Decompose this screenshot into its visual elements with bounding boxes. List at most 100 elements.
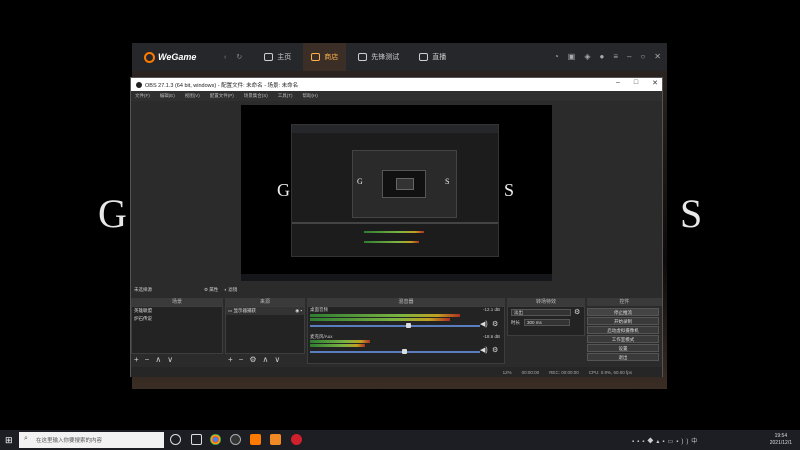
preview-nested-wegame: G S [291,124,499,257]
minimize-icon[interactable]: – [627,52,631,61]
scenes-list: 英雄联盟 炉石传说 [131,306,223,354]
transition-settings-icon[interactable]: ⚙ [574,308,580,316]
taskbar-search-input[interactable]: ⌕ 在这里输入你要搜索的内容 [19,432,164,448]
speaker-icon[interactable]: ◀) [480,320,488,328]
menu-view[interactable]: 视图(V) [185,93,200,99]
tab-live[interactable]: 直播 [411,43,454,71]
nested-divider [292,222,498,224]
controls-header: 控件 [587,298,662,306]
mixer-channel-db: -12.1 dB [482,307,500,312]
obs-maximize-icon[interactable]: □ [634,79,638,87]
transitions-panel: 淡出 ⚙ 时长 300 ms [507,306,585,336]
filters-button[interactable]: ◐ 滤镜 [224,287,237,293]
visibility-eye-icon[interactable]: ◉ ▪ [295,308,302,314]
gift-icon[interactable]: ▣ [568,52,576,61]
virtual-camera-button[interactable]: 启动虚拟摄像机 [587,326,659,334]
back-arrow-icon[interactable]: ‹ [224,54,226,61]
properties-button[interactable]: ⚙ 属性 [204,287,218,293]
scene-up-icon[interactable]: ∧ [155,355,161,364]
menu-edit[interactable]: 编辑(E) [160,93,175,99]
netease-music-icon[interactable] [291,434,302,445]
windows-start-icon[interactable]: ⊞ [5,435,13,446]
add-scene-icon[interactable]: + [134,355,139,364]
wegame-logo[interactable]: WeGame [144,51,214,63]
nested-topbar [292,125,498,133]
volume-slider[interactable] [310,325,480,327]
remove-source-icon[interactable]: − [239,355,244,364]
refresh-icon[interactable]: ↻ [236,53,242,61]
remove-scene-icon[interactable]: − [145,355,150,364]
scene-item[interactable]: 炉石传说 [132,315,222,323]
taskbar-clock[interactable]: 19:54 2021/12/1 [770,433,792,447]
duration-input[interactable]: 300 ms [524,319,570,326]
studio-mode-button[interactable]: 工作室模式 [587,335,659,343]
task-view-icon[interactable] [191,434,202,445]
rec-timer: REC: 00:00:00 [549,369,579,375]
tab-live-label: 直播 [432,54,447,61]
tab-store[interactable]: 商店 [303,43,347,71]
source-toolbar: 未选择源 ⚙ 属性 ◐ 滤镜 [131,285,662,295]
menu-icon[interactable]: ≡ [613,52,618,61]
wallpaper-letter-right: S [680,191,705,236]
settings-button[interactable]: 设置 [587,344,659,352]
obs-minimize-icon[interactable]: – [616,79,620,87]
headset-icon[interactable]: ◔ [554,52,559,61]
avatar[interactable]: ● [599,52,604,61]
transition-select[interactable]: 淡出 [511,309,571,316]
tab-home-label: 主页 [277,54,292,61]
menu-scene-collection[interactable]: 场景集合(S) [244,93,268,99]
wegame-taskbar-icon[interactable] [250,434,261,445]
start-recording-button[interactable]: 开始录制 [587,317,659,325]
stop-streaming-button[interactable]: 停止推流 [587,308,659,316]
menu-file[interactable]: 文件(F) [135,93,150,99]
scene-down-icon[interactable]: ∨ [167,355,173,364]
clock-time: 19:54 [774,433,788,439]
chrome-icon[interactable] [210,434,221,445]
audio-mixer: 桌面音频 -12.1 dB ◀) ⚙ 麦克风/Aux -18.6 dB ◀) ⚙ [307,306,505,364]
volume-knob[interactable] [406,323,411,328]
mixer-channel-db: -18.6 dB [482,334,500,339]
audio-meter [310,318,450,321]
obs-title-text: OBS 27.1.3 (64 bit, windows) - 配置文件: 未命名… [145,82,299,89]
scene-item[interactable]: 英雄联盟 [132,307,222,315]
nested-meter-2 [364,241,419,243]
maximize-icon[interactable]: ○ [640,52,645,61]
system-tray-icons[interactable]: ▪▪▪◆▴▪▭▪))中 [632,436,700,445]
windows-taskbar: ⊞ ⌕ 在这里输入你要搜索的内容 ▪▪▪◆▴▪▭▪))中 19:54 2021/… [0,430,800,450]
dropped-frames: 12% [502,369,512,375]
channel-settings-icon[interactable]: ⚙ [492,346,498,354]
live-icon [419,53,429,61]
source-down-icon[interactable]: ∨ [274,355,280,364]
menu-profile[interactable]: 配置文件(P) [210,93,234,99]
obs-statusbar: 12% 00:00:00 REC: 00:00:00 CPU: 0.9%, 60… [131,367,662,377]
source-settings-icon[interactable]: ⚙ [249,355,256,364]
volume-slider[interactable] [310,351,480,353]
wallpaper-letter-left: G [98,191,129,236]
cortana-icon[interactable] [170,434,181,445]
mixer-header: 混音器 [307,298,505,306]
clock-date: 2021/12/1 [769,440,792,446]
app-taskbar-icon[interactable] [270,434,281,445]
exit-button[interactable]: 退出 [587,353,659,361]
obs-preview[interactable]: G S G S [241,105,552,281]
close-icon[interactable]: ✕ [654,52,661,61]
obs-close-icon[interactable]: ✕ [652,79,658,87]
preview-nested-taskbar [241,274,552,281]
menu-help[interactable]: 帮助(H) [303,93,318,99]
monitor-icon: ▭ 显示器捕获 [228,308,257,313]
shirt-icon[interactable]: ◈ [584,52,590,61]
sources-footer: + − ⚙ ∧ ∨ [225,354,305,364]
volume-knob[interactable] [402,349,407,354]
source-up-icon[interactable]: ∧ [263,355,269,364]
source-item[interactable]: ▭ 显示器捕获 ◉ ▪ [226,307,304,315]
channel-settings-icon[interactable]: ⚙ [492,320,498,328]
menu-tools[interactable]: 工具(T) [278,93,293,99]
add-source-icon[interactable]: + [228,355,233,364]
speaker-icon[interactable]: ◀) [480,346,488,354]
nested-letter-right: S [445,177,450,186]
no-source-label: 未选择源 [134,287,152,292]
obs-taskbar-icon[interactable] [230,434,241,445]
tab-home[interactable]: 主页 [256,43,299,71]
wegame-window-controls: ◔ ▣ ◈ ● ≡ – ○ ✕ [554,52,661,61]
tab-pioneer-test[interactable]: 先锋测试 [350,43,407,71]
